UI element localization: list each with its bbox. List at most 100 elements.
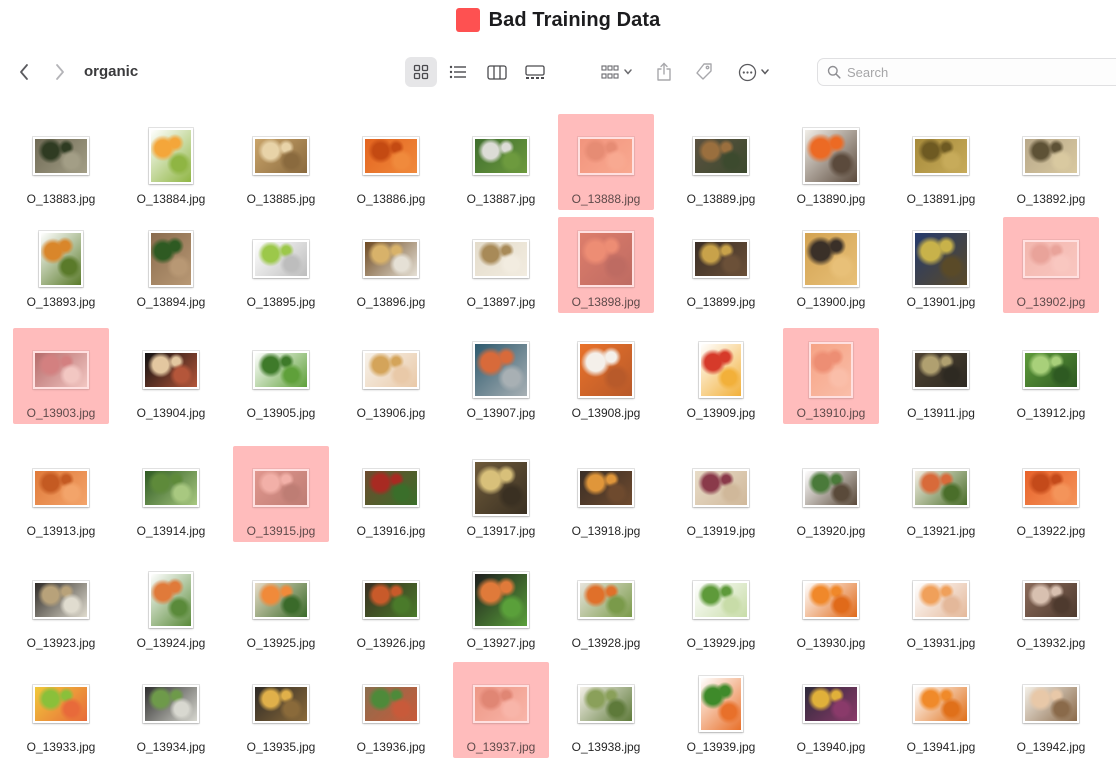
file-thumbnail[interactable]	[363, 469, 419, 507]
list-view-button[interactable]	[443, 57, 473, 87]
file-item[interactable]: O_13913.jpg	[13, 446, 109, 542]
file-item[interactable]: O_13938.jpg	[558, 662, 654, 758]
file-item[interactable]: O_13933.jpg	[13, 662, 109, 758]
file-thumbnail[interactable]	[1023, 351, 1079, 389]
file-thumbnail[interactable]	[363, 137, 419, 175]
file-thumbnail[interactable]	[33, 685, 89, 723]
file-thumbnail[interactable]	[693, 137, 749, 175]
file-thumbnail[interactable]	[1023, 137, 1079, 175]
file-item[interactable]: O_13909.jpg	[673, 328, 769, 424]
file-thumbnail[interactable]	[473, 572, 529, 628]
file-thumbnail[interactable]	[1023, 685, 1079, 723]
file-thumbnail[interactable]	[143, 351, 199, 389]
search-input[interactable]	[847, 64, 1087, 80]
file-thumbnail[interactable]	[803, 469, 859, 507]
file-item[interactable]: O_13935.jpg	[233, 662, 329, 758]
file-item[interactable]: O_13940.jpg	[783, 662, 879, 758]
file-item[interactable]: O_13919.jpg	[673, 446, 769, 542]
file-item[interactable]: O_13928.jpg	[558, 558, 654, 654]
file-thumbnail[interactable]	[913, 137, 969, 175]
file-item[interactable]: O_13894.jpg	[123, 217, 219, 313]
file-thumbnail[interactable]	[33, 581, 89, 619]
file-item[interactable]: O_13885.jpg	[233, 114, 329, 210]
file-item[interactable]: O_13937.jpg	[453, 662, 549, 758]
column-view-button[interactable]	[482, 57, 512, 87]
file-item[interactable]: O_13887.jpg	[453, 114, 549, 210]
file-thumbnail[interactable]	[1023, 240, 1079, 278]
file-item[interactable]: O_13917.jpg	[453, 446, 549, 542]
file-item[interactable]: O_13896.jpg	[343, 217, 439, 313]
file-item[interactable]: O_13893.jpg	[13, 217, 109, 313]
file-item[interactable]: O_13926.jpg	[343, 558, 439, 654]
file-item[interactable]: O_13889.jpg	[673, 114, 769, 210]
file-thumbnail[interactable]	[253, 240, 309, 278]
file-item[interactable]: O_13899.jpg	[673, 217, 769, 313]
file-item[interactable]: O_13902.jpg	[1003, 217, 1099, 313]
file-thumbnail[interactable]	[473, 460, 529, 516]
file-item[interactable]: O_13942.jpg	[1003, 662, 1099, 758]
file-item[interactable]: O_13891.jpg	[893, 114, 989, 210]
file-item[interactable]: O_13924.jpg	[123, 558, 219, 654]
file-thumbnail[interactable]	[699, 342, 743, 398]
icon-view-button[interactable]	[405, 57, 437, 87]
file-item[interactable]: O_13925.jpg	[233, 558, 329, 654]
file-thumbnail[interactable]	[693, 469, 749, 507]
file-item[interactable]: O_13914.jpg	[123, 446, 219, 542]
file-item[interactable]: O_13892.jpg	[1003, 114, 1099, 210]
file-thumbnail[interactable]	[578, 231, 634, 287]
file-thumbnail[interactable]	[693, 581, 749, 619]
file-item[interactable]: O_13916.jpg	[343, 446, 439, 542]
file-thumbnail[interactable]	[143, 469, 199, 507]
file-item[interactable]: O_13884.jpg	[123, 114, 219, 210]
file-item[interactable]: O_13904.jpg	[123, 328, 219, 424]
file-thumbnail[interactable]	[578, 342, 634, 398]
file-item[interactable]: O_13911.jpg	[893, 328, 989, 424]
file-item[interactable]: O_13922.jpg	[1003, 446, 1099, 542]
file-thumbnail[interactable]	[913, 685, 969, 723]
more-actions-button[interactable]	[734, 57, 774, 87]
file-item[interactable]: O_13905.jpg	[233, 328, 329, 424]
file-thumbnail[interactable]	[363, 685, 419, 723]
file-thumbnail[interactable]	[578, 469, 634, 507]
file-thumbnail[interactable]	[363, 581, 419, 619]
share-button[interactable]	[652, 57, 676, 87]
file-item[interactable]: O_13912.jpg	[1003, 328, 1099, 424]
file-thumbnail[interactable]	[33, 469, 89, 507]
file-thumbnail[interactable]	[699, 676, 743, 732]
file-item[interactable]: O_13930.jpg	[783, 558, 879, 654]
file-thumbnail[interactable]	[143, 685, 199, 723]
file-item[interactable]: O_13910.jpg	[783, 328, 879, 424]
file-thumbnail[interactable]	[803, 231, 859, 287]
file-item[interactable]: O_13907.jpg	[453, 328, 549, 424]
file-item[interactable]: O_13941.jpg	[893, 662, 989, 758]
file-thumbnail[interactable]	[149, 572, 193, 628]
file-item[interactable]: O_13886.jpg	[343, 114, 439, 210]
file-item[interactable]: O_13888.jpg	[558, 114, 654, 210]
file-thumbnail[interactable]	[693, 240, 749, 278]
file-thumbnail[interactable]	[578, 137, 634, 175]
file-thumbnail[interactable]	[913, 351, 969, 389]
file-thumbnail[interactable]	[578, 685, 634, 723]
file-item[interactable]: O_13920.jpg	[783, 446, 879, 542]
file-thumbnail[interactable]	[149, 231, 193, 287]
file-thumbnail[interactable]	[473, 342, 529, 398]
file-item[interactable]: O_13900.jpg	[783, 217, 879, 313]
file-thumbnail[interactable]	[363, 351, 419, 389]
file-thumbnail[interactable]	[473, 240, 529, 278]
file-item[interactable]: O_13927.jpg	[453, 558, 549, 654]
file-thumbnail[interactable]	[803, 128, 859, 184]
file-item[interactable]: O_13908.jpg	[558, 328, 654, 424]
file-thumbnail[interactable]	[578, 581, 634, 619]
file-item[interactable]: O_13883.jpg	[13, 114, 109, 210]
group-by-button[interactable]	[597, 57, 637, 87]
file-thumbnail[interactable]	[33, 137, 89, 175]
file-thumbnail[interactable]	[803, 685, 859, 723]
file-item[interactable]: O_13936.jpg	[343, 662, 439, 758]
file-item[interactable]: O_13931.jpg	[893, 558, 989, 654]
back-button[interactable]	[11, 58, 37, 86]
file-item[interactable]: O_13897.jpg	[453, 217, 549, 313]
file-thumbnail[interactable]	[253, 137, 309, 175]
file-thumbnail[interactable]	[809, 342, 853, 398]
file-thumbnail[interactable]	[1023, 581, 1079, 619]
file-item[interactable]: O_13915.jpg	[233, 446, 329, 542]
